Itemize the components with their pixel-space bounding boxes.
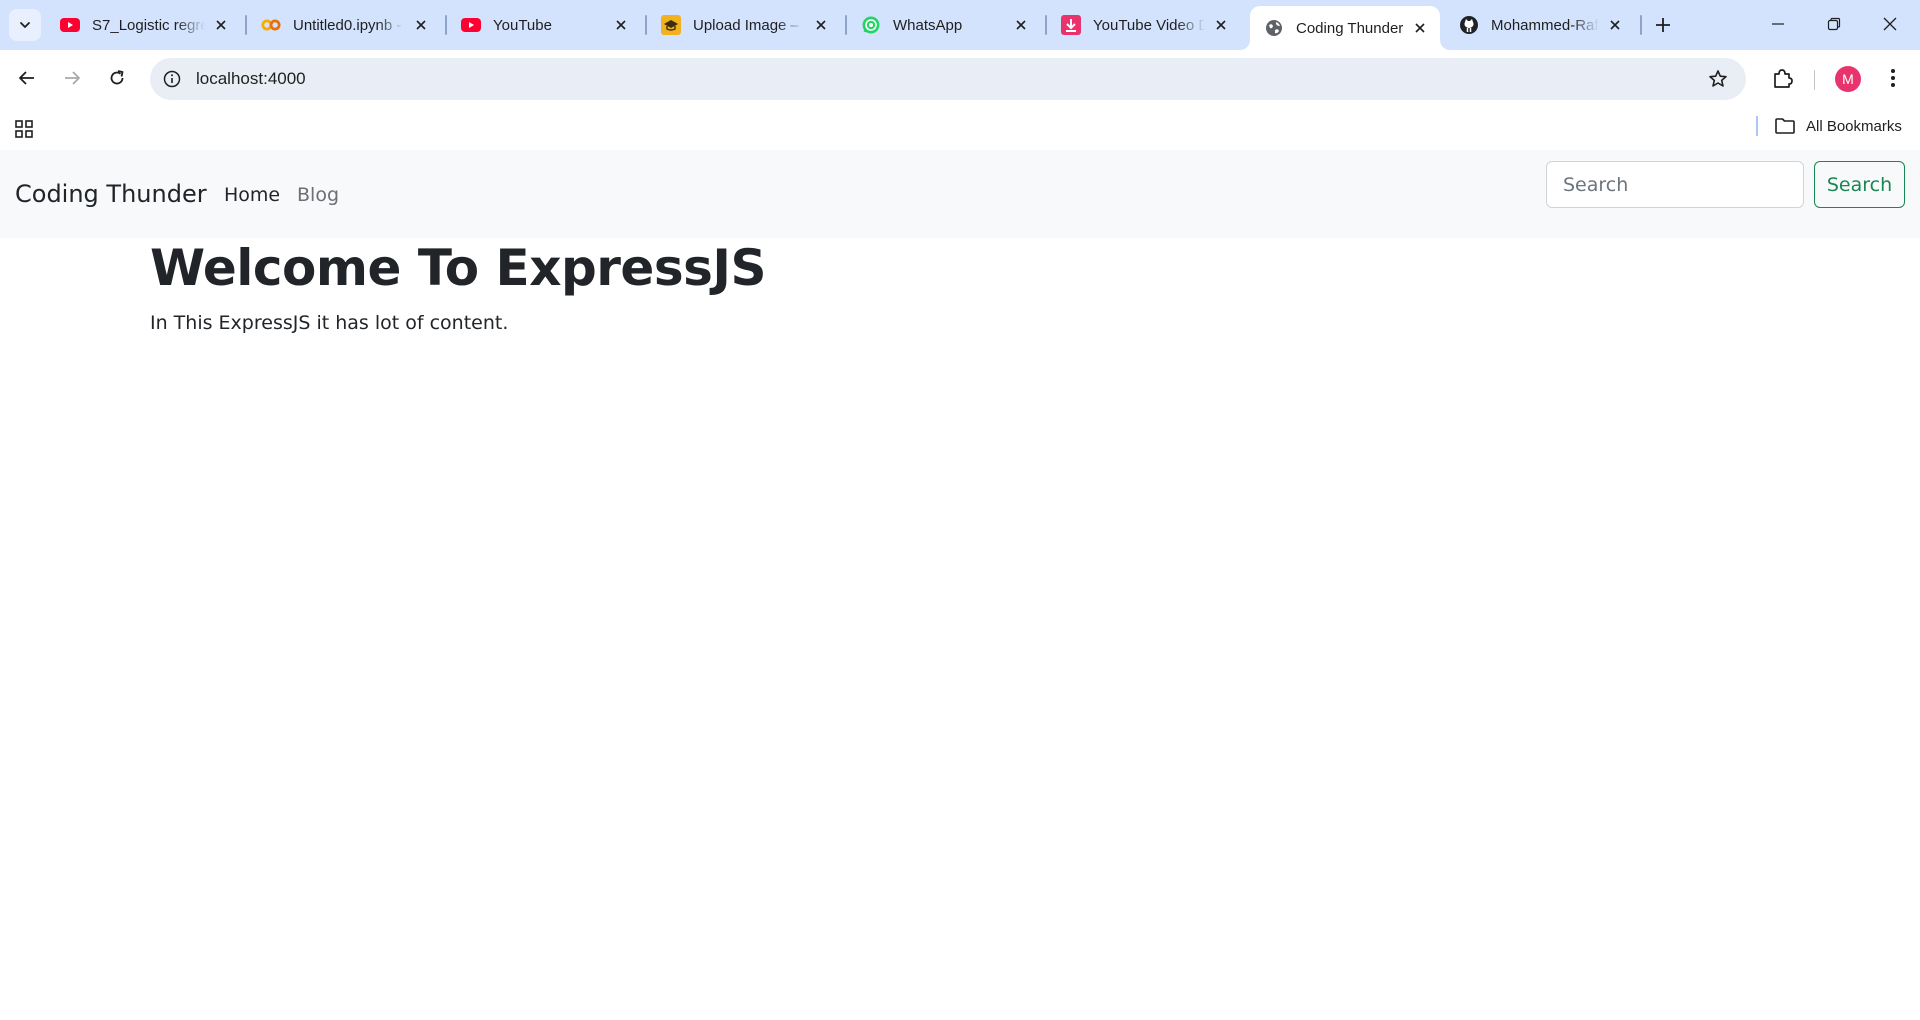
tab-title: Mohammed-Raf: [1491, 16, 1599, 34]
bookmarks-bar: All Bookmarks: [0, 108, 1920, 150]
bookmark-star-icon[interactable]: [1706, 67, 1730, 91]
close-icon[interactable]: [811, 15, 831, 35]
tab-title: S7_Logistic regre: [92, 16, 205, 34]
tab-title: YouTube: [493, 16, 552, 34]
tab-upload-image[interactable]: Upload Image –: [647, 6, 841, 44]
youtube-icon: [60, 15, 80, 35]
arrow-left-icon: [19, 71, 34, 85]
upload-image-icon: [661, 15, 681, 35]
tab-title: Coding Thunder: [1296, 19, 1404, 37]
colab-icon: [261, 15, 281, 35]
page-description: In This ExpressJS it has lot of content.: [150, 312, 509, 334]
extensions-button[interactable]: [1766, 62, 1798, 94]
more-vertical-icon: [1891, 69, 1895, 87]
apps-grid-icon[interactable]: [12, 117, 36, 141]
reload-icon: [110, 70, 124, 85]
back-button[interactable]: [11, 62, 43, 94]
tab-divider: [1640, 15, 1642, 35]
toolbar-divider: [1814, 70, 1815, 90]
browser-toolbar: localhost:4000 M: [0, 50, 1920, 108]
download-icon: [1061, 15, 1081, 35]
search-button[interactable]: Search: [1814, 161, 1905, 208]
close-icon[interactable]: [611, 15, 631, 35]
profile-avatar[interactable]: M: [1835, 66, 1861, 92]
restore-button[interactable]: [1806, 0, 1862, 48]
close-window-button[interactable]: [1862, 0, 1918, 48]
tab-coding-thunder[interactable]: Coding Thunder: [1250, 6, 1440, 50]
page-viewport: Coding Thunder Home Blog Search Welcome …: [0, 150, 1920, 1020]
arrow-right-icon: [65, 71, 80, 85]
search-input[interactable]: [1546, 161, 1804, 208]
whatsapp-icon: [861, 15, 881, 35]
url-text: localhost:4000: [196, 69, 306, 88]
tab-whatsapp[interactable]: WhatsApp: [847, 6, 1041, 44]
nav-link-blog[interactable]: Blog: [297, 184, 339, 206]
forward-button[interactable]: [56, 62, 88, 94]
tab-title: WhatsApp: [893, 16, 963, 34]
close-icon[interactable]: [411, 15, 431, 35]
chevron-down-icon: [20, 22, 30, 28]
address-bar[interactable]: localhost:4000: [150, 58, 1746, 100]
close-icon[interactable]: [1410, 18, 1430, 38]
tab-github[interactable]: Mohammed-Raf: [1445, 6, 1635, 44]
youtube-icon: [461, 15, 481, 35]
tab-title: YouTube Video D: [1093, 16, 1205, 34]
plus-icon: [1656, 18, 1670, 32]
close-icon: [1883, 17, 1897, 31]
all-bookmarks-label: All Bookmarks: [1806, 117, 1902, 135]
site-info-icon[interactable]: [160, 67, 184, 91]
minimize-icon: [1772, 23, 1784, 25]
browser-menu-button[interactable]: [1878, 62, 1908, 94]
new-tab-button[interactable]: [1650, 12, 1676, 38]
tab-title: Upload Image –: [693, 16, 799, 34]
close-icon[interactable]: [1211, 15, 1231, 35]
page-title: Welcome To ExpressJS: [150, 239, 766, 297]
restore-icon: [1827, 17, 1841, 31]
close-icon[interactable]: [211, 15, 231, 35]
tab-youtube[interactable]: YouTube: [447, 6, 641, 44]
nav-link-home[interactable]: Home: [224, 184, 280, 206]
tab-untitled0[interactable]: Untitled0.ipynb -: [247, 6, 441, 44]
tab-strip: S7_Logistic regre Untitled0.ipynb - YouT…: [0, 0, 1920, 50]
minimize-button[interactable]: [1750, 0, 1806, 48]
close-icon[interactable]: [1605, 15, 1625, 35]
tab-s7-logistic[interactable]: S7_Logistic regre: [46, 6, 241, 44]
tab-youtube-video-downloader[interactable]: YouTube Video D: [1047, 6, 1241, 44]
close-icon[interactable]: [1011, 15, 1031, 35]
globe-icon: [1264, 18, 1284, 38]
reload-button[interactable]: [101, 62, 133, 94]
github-icon: [1459, 15, 1479, 35]
folder-icon: [1774, 116, 1796, 136]
site-navbar: Coding Thunder Home Blog Search: [0, 150, 1920, 238]
site-brand-link[interactable]: Coding Thunder: [15, 180, 207, 208]
tab-title: Untitled0.ipynb -: [293, 16, 402, 34]
tab-search-button[interactable]: [9, 9, 41, 41]
all-bookmarks-button[interactable]: All Bookmarks: [1774, 113, 1902, 139]
bookmarks-divider: [1756, 116, 1758, 136]
puzzle-icon: [1774, 69, 1793, 88]
